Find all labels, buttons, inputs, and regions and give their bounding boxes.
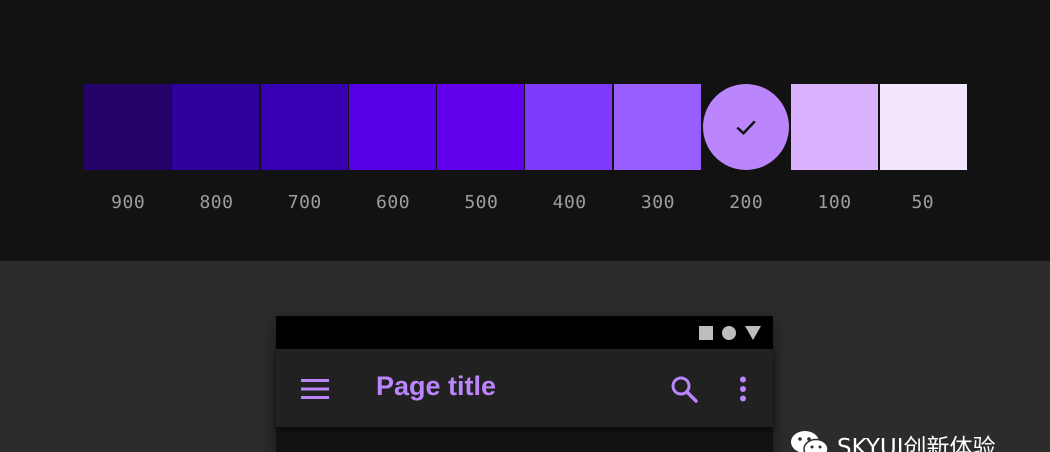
- search-icon: [671, 376, 698, 403]
- square-icon: [699, 326, 713, 340]
- swatch-600[interactable]: [348, 84, 436, 170]
- swatch-label: 500: [464, 192, 499, 213]
- swatch-500[interactable]: [437, 84, 525, 170]
- top-app-bar: Page title: [276, 349, 773, 427]
- watermark: SKYUI创新体验: [789, 428, 996, 452]
- swatch-label: 100: [817, 192, 852, 213]
- swatch-900[interactable]: [84, 84, 171, 170]
- color-palette-section: 900 800 700 600 500 400 300 200 100 50: [0, 0, 1050, 261]
- circle-icon: [722, 326, 736, 340]
- triangle-icon: [745, 326, 761, 340]
- swatch-label: 700: [287, 192, 322, 213]
- swatch-label: 900: [111, 192, 146, 213]
- swatch-label: 300: [640, 192, 675, 213]
- swatch-label: 50: [911, 192, 935, 213]
- wechat-icon: [791, 431, 829, 452]
- menu-button[interactable]: [300, 374, 330, 404]
- swatch-100[interactable]: [791, 84, 879, 170]
- phone-mockup: Page title: [276, 316, 773, 452]
- swatch-800[interactable]: [172, 84, 260, 170]
- swatch-400[interactable]: [525, 84, 613, 170]
- swatch-label: 600: [376, 192, 411, 213]
- check-icon: [736, 120, 756, 135]
- swatch-label-row: 900 800 700 600 500 400 300 200 100 50: [84, 192, 967, 213]
- swatch-row: [84, 84, 968, 170]
- swatch-label: 400: [552, 192, 587, 213]
- status-bar: [276, 316, 773, 349]
- swatch-700[interactable]: [260, 84, 348, 170]
- more-options-button[interactable]: [728, 374, 758, 404]
- menu-icon: [301, 379, 329, 399]
- swatch-label: 200: [729, 192, 764, 213]
- swatch-label: 800: [199, 192, 234, 213]
- search-button[interactable]: [669, 374, 699, 404]
- watermark-text: SKYUI创新体验: [837, 435, 996, 452]
- swatch-200-selected[interactable]: [703, 84, 790, 170]
- page-title: Page title: [376, 371, 497, 401]
- swatch-300[interactable]: [613, 84, 701, 170]
- more-vert-icon: [740, 376, 746, 402]
- swatch-50[interactable]: [879, 84, 967, 170]
